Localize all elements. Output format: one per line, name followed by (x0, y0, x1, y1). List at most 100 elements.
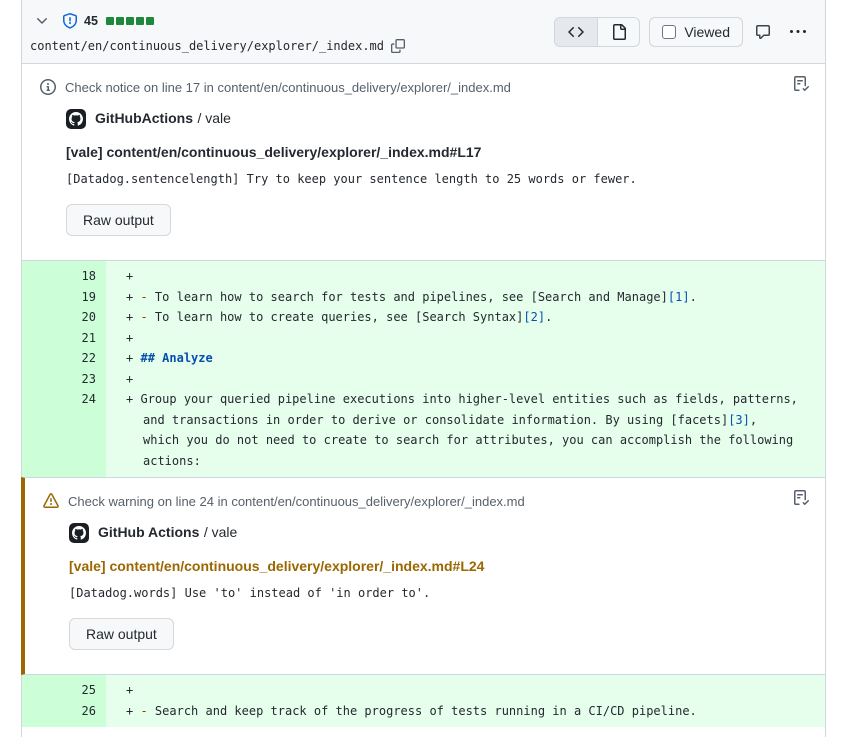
code-text: To learn how to search for tests and pip… (155, 290, 668, 304)
diff-line-number[interactable]: 25 (22, 680, 106, 701)
diff-line-row: 19+ - To learn how to search for tests a… (22, 287, 825, 308)
file-header-actions: Viewed (554, 0, 809, 63)
kebab-icon (790, 24, 806, 40)
syntax-ref: [1] (668, 290, 690, 304)
annotation-count-value: 45 (84, 14, 98, 28)
check-annotation-notice: Check notice on line 17 in content/en/co… (22, 64, 825, 261)
file-header-left: 45 content/en/continuous_delivery/explor… (30, 0, 405, 63)
viewed-toggle-button[interactable]: Viewed (649, 17, 743, 47)
github-actions-avatar (66, 109, 86, 129)
diff-line-number[interactable]: 22 (22, 348, 106, 369)
code-text: Search and keep track of the progress of… (155, 704, 697, 718)
diffstat-block (136, 17, 144, 25)
viewed-label: Viewed (684, 24, 730, 40)
viewed-checkbox[interactable] (662, 25, 676, 39)
annotation-heading-text: Check warning on line 24 in content/en/c… (68, 494, 525, 509)
diff-line-content: + (106, 369, 825, 390)
syntax-bullet: - (140, 704, 154, 718)
addition-sign: + (126, 704, 133, 718)
diff-line-row: 26+ - Search and keep track of the progr… (22, 701, 825, 722)
file-path: content/en/continuous_delivery/explorer/… (30, 39, 384, 53)
diff-line-number[interactable]: 18 (22, 266, 106, 287)
comment-button[interactable] (752, 21, 774, 43)
checklist-icon-button[interactable] (793, 490, 809, 506)
diff-line-row: 21 + (22, 328, 825, 349)
code-text: . (690, 290, 697, 304)
file-diff-card: 45 content/en/continuous_delivery/explor… (21, 0, 826, 737)
addition-sign: + (126, 331, 133, 345)
checklist-icon-button[interactable] (793, 76, 809, 92)
comment-icon (755, 24, 771, 40)
diff-line-content: + (106, 680, 825, 701)
check-app-name: GitHub Actions (98, 524, 199, 540)
diff-line-number[interactable]: 19 (22, 287, 106, 308)
github-octocat-icon (69, 112, 83, 126)
copy-path-button[interactable] (391, 39, 405, 53)
diff-line-number[interactable]: 24 (22, 389, 106, 471)
diff-line-number[interactable]: 26 (22, 701, 106, 722)
diffstat-block (106, 17, 114, 25)
diff-line-content: + - To learn how to create queries, see … (106, 307, 825, 328)
diffstat-block (126, 17, 134, 25)
rich-diff-button[interactable] (597, 18, 639, 46)
code-text: Group your queried pipeline executions i… (140, 392, 805, 427)
addition-sign: + (126, 269, 133, 283)
diff-line-content: + (106, 328, 825, 349)
raw-output-button[interactable]: Raw output (69, 618, 174, 650)
diff-view-toggle (554, 17, 640, 47)
diff-line-content: + (106, 266, 825, 287)
file-icon (611, 24, 627, 40)
check-app-context: / vale (204, 524, 237, 540)
source-view-button[interactable] (555, 18, 597, 46)
diff-line-content: + ## Analyze (106, 348, 825, 369)
code-text: To learn how to create queries, see [Sea… (155, 310, 523, 324)
github-actions-avatar (69, 523, 89, 543)
diff-line-row: 18 + (22, 266, 825, 287)
syntax-ref: [2] (523, 310, 545, 324)
annotations-count-badge[interactable]: 45 (62, 13, 98, 29)
code-icon (568, 24, 584, 40)
addition-sign: + (126, 310, 133, 324)
addition-sign: + (126, 290, 133, 304)
annotation-message: [Datadog.sentencelength] Try to keep you… (66, 172, 809, 186)
diff-hunk-2: 25+ 26+ - Search and keep track of the p… (22, 675, 825, 727)
check-app-context: / vale (197, 110, 230, 126)
annotation-title-link[interactable]: [vale] content/en/continuous_delivery/ex… (66, 144, 481, 160)
addition-sign: + (126, 351, 133, 365)
diff-line-number[interactable]: 21 (22, 328, 106, 349)
more-options-button[interactable] (787, 21, 809, 43)
check-annotation-warning: Check warning on line 24 in content/en/c… (21, 477, 825, 675)
diff-line-row: 25 + (22, 680, 825, 701)
diff-line-row: 20+ - To learn how to create queries, se… (22, 307, 825, 328)
syntax-bullet: - (140, 290, 154, 304)
diff-line-content: + - Search and keep track of the progres… (106, 701, 825, 722)
github-octocat-icon (72, 526, 86, 540)
copy-icon (391, 39, 405, 53)
syntax-ref: [3] (728, 413, 750, 427)
checklist-icon (793, 76, 809, 92)
annotation-heading-text: Check notice on line 17 in content/en/co… (65, 80, 511, 95)
diff-line-row: 22+ ## Analyze (22, 348, 825, 369)
checklist-icon (793, 490, 809, 506)
diff-line-content: + - To learn how to search for tests and… (106, 287, 825, 308)
diffstat-blocks (106, 17, 154, 25)
annotation-message: [Datadog.words] Use 'to' instead of 'in … (69, 586, 809, 600)
addition-sign: + (126, 372, 133, 386)
diff-line-row: 23 + (22, 369, 825, 390)
diff-line-content: + Group your queried pipeline executions… (106, 389, 825, 471)
syntax-bullet: - (140, 310, 154, 324)
addition-sign: + (126, 392, 133, 406)
chevron-down-icon (34, 13, 50, 29)
diffstat-block (146, 17, 154, 25)
diff-line-number[interactable]: 23 (22, 369, 106, 390)
fold-file-button[interactable] (30, 11, 54, 31)
diff-hunk-1: 18+ 19+ - To learn how to search for tes… (22, 261, 825, 477)
diff-line-row: 24+ Group your queried pipeline executio… (22, 389, 825, 471)
syntax-heading: ## Analyze (140, 351, 212, 365)
diffstat-block (116, 17, 124, 25)
raw-output-button[interactable]: Raw output (66, 204, 171, 236)
info-icon (40, 79, 56, 95)
addition-sign: + (126, 683, 133, 697)
diff-line-number[interactable]: 20 (22, 307, 106, 328)
annotation-title-link[interactable]: [vale] content/en/continuous_delivery/ex… (69, 558, 484, 574)
